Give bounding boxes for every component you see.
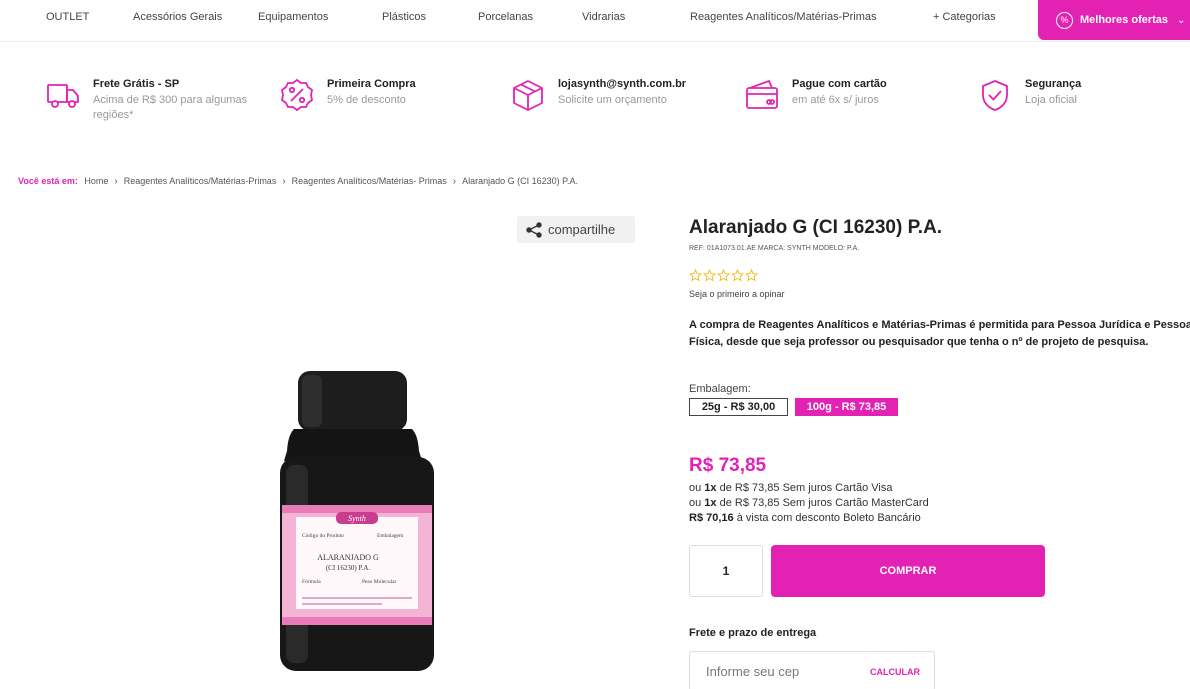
- benefit-subtitle: Solicite um orçamento: [558, 94, 667, 106]
- benefit-title: lojasynth@synth.com.br: [558, 78, 687, 90]
- inst-rest: à vista com desconto Boleto Bancário: [733, 512, 921, 524]
- product-image: Synth Código do Produto Embalagem ALARAN…: [272, 365, 447, 675]
- star-empty-icon: [689, 269, 702, 282]
- percent-badge-icon: [281, 78, 313, 112]
- inst-count: 1x: [704, 482, 717, 494]
- breadcrumb: Você está em: Home › Reagentes Analíticos/…: [18, 176, 578, 187]
- benefit-title: Primeira Compra: [327, 78, 416, 90]
- inst-rest: de R$ 73,85 Sem juros Cartão Visa: [716, 482, 893, 494]
- breadcrumb-lead: Você está em:: [18, 176, 78, 186]
- benefit-subtitle: em até 6x s/ juros: [792, 94, 879, 106]
- installment-boleto: R$ 70,16 à vista com desconto Boleto Ban…: [689, 512, 921, 524]
- benefit-title: Segurança: [1025, 78, 1082, 90]
- breadcrumb-current: Alaranjado G (CI 16230) P.A.: [462, 176, 578, 186]
- nav-reagentes[interactable]: Reagentes Analíticos/Matérias-Primas: [690, 11, 876, 23]
- bottle-formula-label: Fórmula: [302, 579, 321, 585]
- best-offers-label: Melhores ofertas: [1080, 14, 1169, 26]
- chevron-down-icon: ⌄: [1177, 14, 1186, 26]
- product-title: Alaranjado G (CI 16230) P.A.: [689, 217, 943, 238]
- category-nav: OUTLET Acessórios Gerais Equipamentos Pl…: [0, 0, 1190, 42]
- star-empty-icon: [745, 269, 758, 282]
- breadcrumb-separator-icon: ›: [282, 176, 286, 187]
- nav-outlet[interactable]: OUTLET: [46, 11, 89, 23]
- bottle-name-line1: ALARANJADO G: [317, 553, 379, 562]
- nav-acessorios-gerais[interactable]: Acessórios Gerais: [133, 11, 222, 23]
- benefit-subtitle: 5% de desconto: [327, 94, 406, 106]
- benefit-card-payment: Pague com cartão em até 6x s/ juros: [745, 76, 925, 126]
- nav-plasticos[interactable]: Plásticos: [382, 11, 426, 23]
- breadcrumb-separator-icon: ›: [452, 176, 457, 187]
- truck-icon: [47, 84, 79, 108]
- buy-button[interactable]: COMPRAR: [771, 545, 1045, 597]
- cep-box: CALCULAR: [689, 651, 935, 689]
- inst-rest: de R$ 73,85 Sem juros Cartão MasterCard: [716, 497, 929, 509]
- nav-vidrarias[interactable]: Vidrarias: [582, 11, 625, 23]
- pack-option-100g[interactable]: 100g - R$ 73,85: [795, 398, 898, 416]
- inst-prefix: ou: [689, 482, 705, 494]
- benefit-title: Frete Grátis - SP: [93, 78, 180, 90]
- nav-mais-categorias[interactable]: + Categorias: [933, 11, 996, 23]
- nav-porcelanas[interactable]: Porcelanas: [478, 11, 533, 23]
- cep-input[interactable]: [706, 664, 846, 679]
- inst-count: 1x: [704, 497, 717, 509]
- star-empty-icon: [703, 269, 716, 282]
- first-review-link[interactable]: Seja o primeiro a opinar: [689, 289, 785, 299]
- box-icon: [513, 80, 543, 111]
- star-empty-icon: [731, 269, 744, 282]
- benefit-security: Segurança Loja oficial: [978, 76, 1128, 126]
- installment-mastercard: ou 1x de R$ 73,85 Sem juros Cartão Maste…: [689, 497, 929, 509]
- installment-visa: ou 1x de R$ 73,85 Sem juros Cartão Visa: [689, 482, 892, 494]
- bottle-name-line2: (CI 16230) P.A.: [326, 564, 371, 572]
- inst-count: R$ 70,16: [689, 512, 734, 524]
- bottle-brand: Synth: [348, 514, 366, 523]
- quantity-input[interactable]: 1: [689, 545, 763, 597]
- breadcrumb-home[interactable]: Home: [84, 176, 108, 186]
- bottle-weight-label: Peso Molecular: [362, 579, 397, 585]
- nav-equipamentos[interactable]: Equipamentos: [258, 11, 328, 23]
- calculate-button[interactable]: CALCULAR: [870, 667, 920, 677]
- shipping-title: Frete e prazo de entrega: [689, 627, 817, 639]
- purchase-notice: A compra de Reagentes Analíticos e Matér…: [689, 319, 1190, 348]
- shield-check-icon: [982, 80, 1008, 111]
- benefit-first-purchase: Primeira Compra 5% de desconto: [280, 76, 450, 126]
- benefit-subtitle: Loja oficial: [1025, 94, 1077, 106]
- pack-label: Embalagem:: [689, 383, 751, 395]
- benefit-email-quote: lojasynth@synth.com.br Solicite um orçam…: [511, 76, 711, 126]
- benefit-subtitle: Acima de R$ 300 para algumas regiões*: [93, 94, 248, 121]
- star-empty-icon: [717, 269, 730, 282]
- benefit-free-shipping: Frete Grátis - SP Acima de R$ 300 para a…: [46, 76, 266, 126]
- product-meta: REF: 01A1073.01.AE MARCA: SYNTH MODELO: …: [689, 245, 860, 252]
- inst-prefix: ou: [689, 497, 705, 509]
- share-icon: [526, 221, 542, 238]
- pack-option-25g[interactable]: 25g - R$ 30,00: [689, 398, 788, 416]
- product-price: R$ 73,85: [689, 455, 767, 476]
- share-button[interactable]: compartilhe: [517, 216, 635, 243]
- best-offers-button[interactable]: % Melhores ofertas ⌄: [1038, 0, 1190, 40]
- percent-icon: %: [1056, 11, 1073, 29]
- breadcrumb-category[interactable]: Reagentes Analíticos/Matérias-Primas: [124, 176, 277, 186]
- bottle-code-label: Código do Produto: [302, 533, 344, 539]
- bottle-pack-label: Embalagem: [377, 533, 404, 539]
- breadcrumb-separator-icon: ›: [114, 176, 118, 187]
- rating-stars[interactable]: [689, 269, 758, 282]
- breadcrumb-subcategory[interactable]: Reagentes Analíticos/Matérias- Primas: [292, 176, 447, 186]
- credit-card-icon: [746, 80, 778, 109]
- share-label: compartilhe: [548, 222, 616, 237]
- benefit-title: Pague com cartão: [792, 78, 887, 90]
